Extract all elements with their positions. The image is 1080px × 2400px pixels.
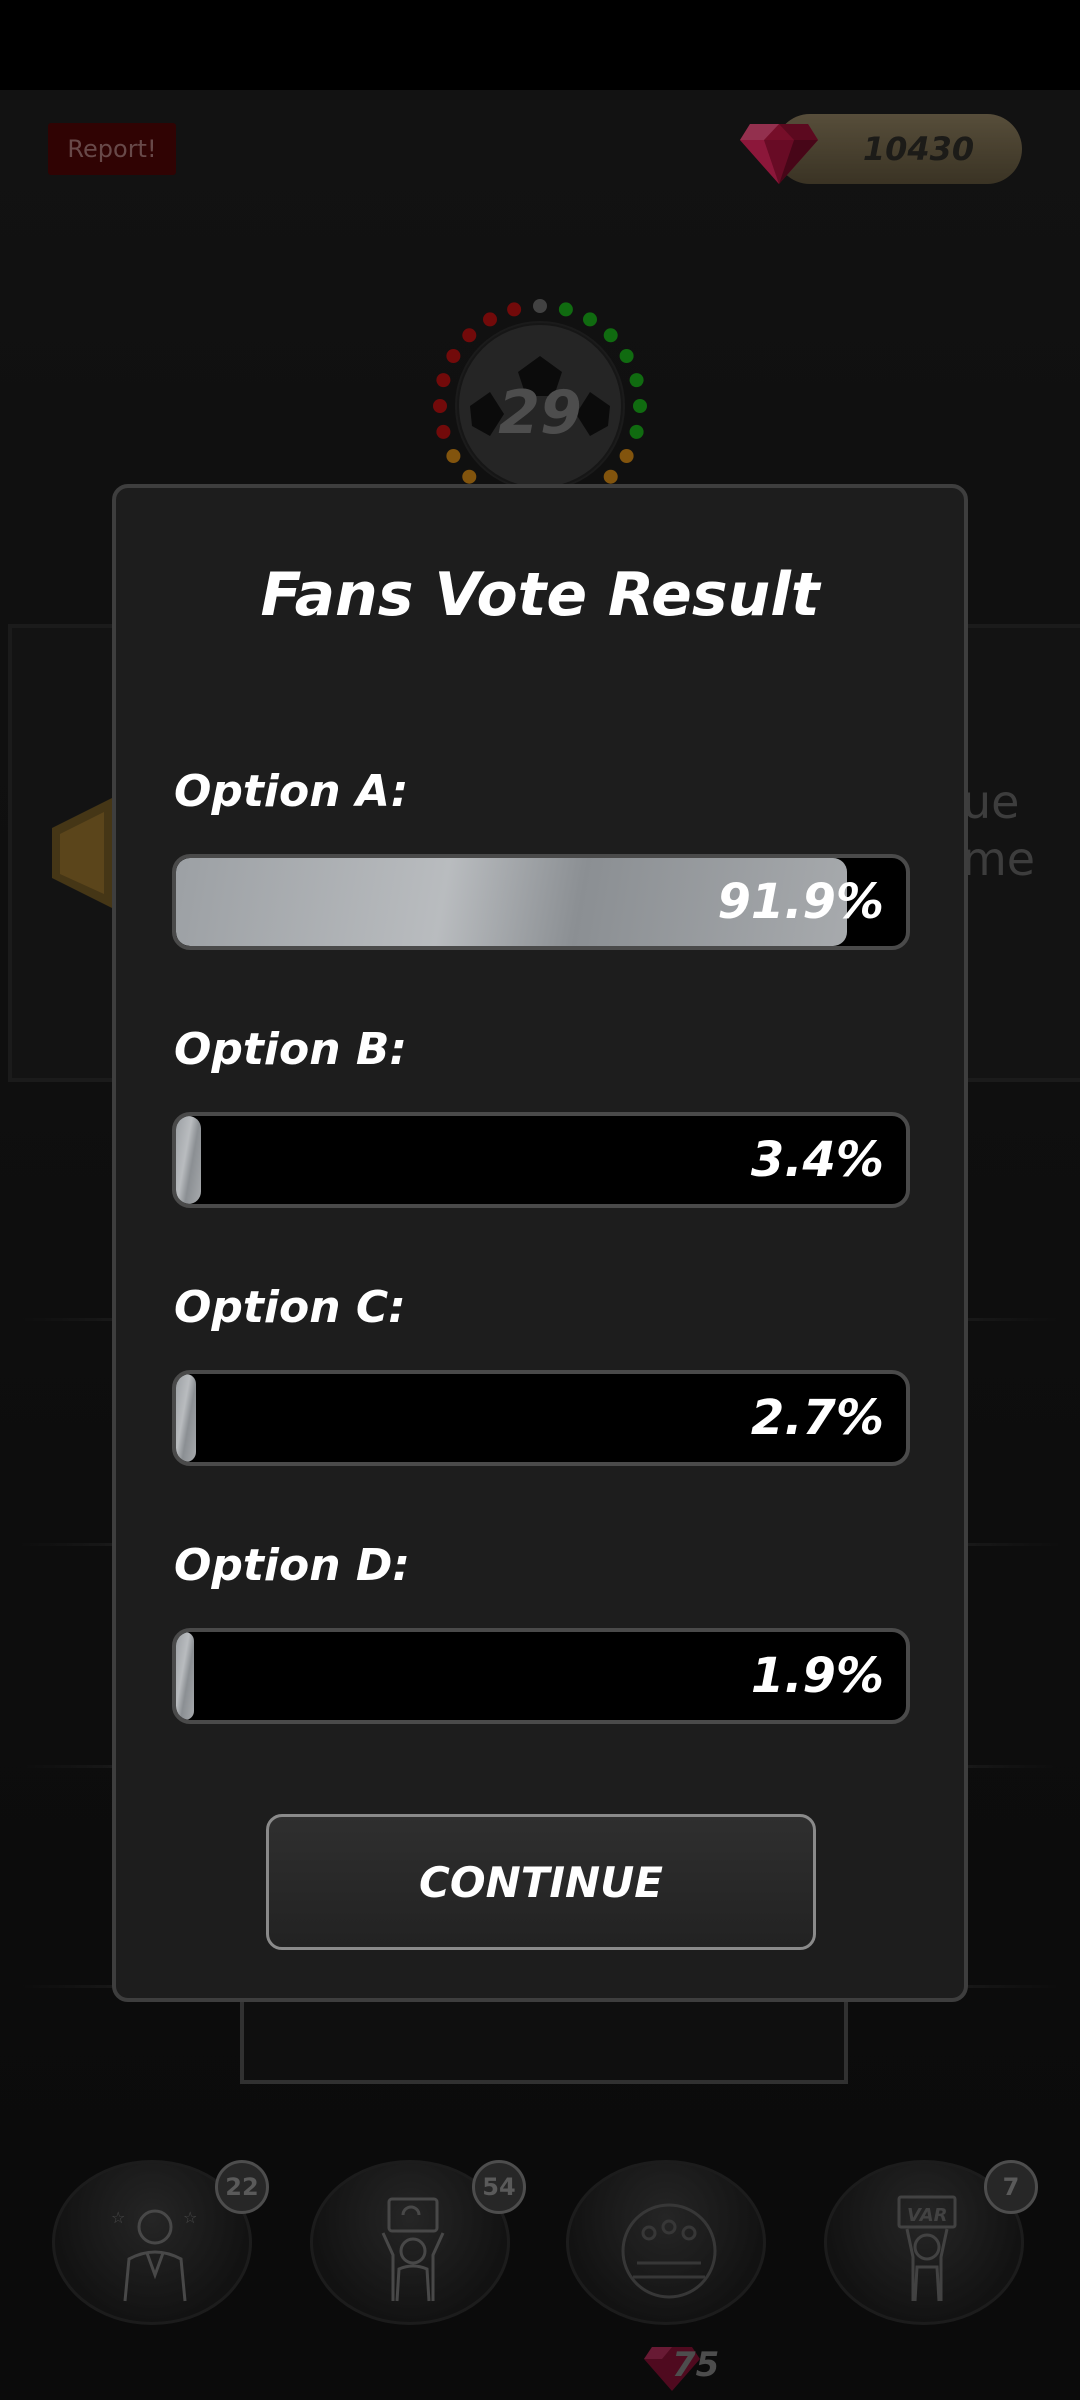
option-d-fill [176, 1632, 195, 1720]
option-b-bar: 3.4% [172, 1112, 910, 1208]
option-c-bar: 2.7% [172, 1370, 910, 1466]
option-d-bar: 1.9% [172, 1628, 910, 1724]
option-a-label: Option A: [174, 766, 409, 817]
option-b-percent: 3.4% [750, 1132, 884, 1188]
option-c-label: Option C: [174, 1282, 406, 1333]
option-b-label: Option B: [174, 1024, 408, 1075]
continue-button[interactable]: CONTINUE [266, 1814, 816, 1950]
option-d-percent: 1.9% [750, 1648, 884, 1704]
option-d-label: Option D: [174, 1540, 411, 1591]
option-c-fill [176, 1374, 196, 1462]
modal-title: Fans Vote Result [260, 560, 820, 630]
option-a-percent: 91.9% [717, 874, 884, 930]
option-a-bar: 91.9% [172, 854, 910, 950]
option-b-fill [176, 1116, 201, 1204]
option-c-percent: 2.7% [750, 1390, 884, 1446]
fans-vote-result-modal: Fans Vote Result Option A: 91.9% Option … [112, 484, 968, 2002]
